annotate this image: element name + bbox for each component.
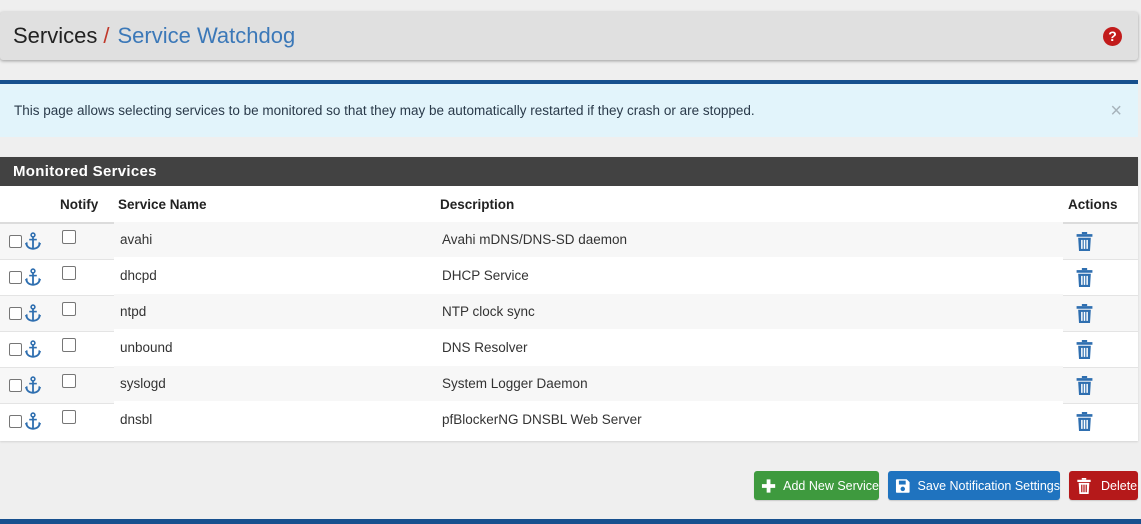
description-cell: System Logger Daemon: [432, 364, 1063, 401]
select-column-header: [0, 186, 52, 224]
table-row: dhcpd DHCP Service: [0, 256, 1138, 295]
anchor-icon[interactable]: [24, 268, 42, 286]
anchor-icon[interactable]: [24, 232, 42, 250]
info-alert: This page allows selecting services to b…: [0, 80, 1138, 137]
row-select-checkbox[interactable]: [9, 342, 22, 356]
notify-cell: [52, 258, 114, 295]
notify-checkbox[interactable]: [62, 337, 76, 352]
row-select-checkbox[interactable]: [9, 306, 22, 320]
anchor-icon[interactable]: [24, 304, 42, 322]
trash-icon[interactable]: [1076, 375, 1093, 395]
anchor-icon[interactable]: [24, 412, 42, 430]
anchor-icon[interactable]: [24, 340, 42, 358]
breadcrumb-separator: /: [103, 23, 110, 48]
monitored-services-panel: Monitored Services Notify Service Name D…: [0, 157, 1138, 441]
notify-checkbox[interactable]: [62, 301, 76, 316]
add-new-service-button[interactable]: Add New Service: [754, 471, 879, 500]
save-notification-settings-button[interactable]: Save Notification Settings: [888, 471, 1060, 500]
trash-icon[interactable]: [1076, 303, 1093, 323]
notify-checkbox[interactable]: [62, 265, 76, 280]
description-column-header: Description: [432, 186, 1063, 224]
actions-column-header: Actions: [1063, 186, 1138, 224]
service-name-cell: avahi: [114, 220, 432, 257]
row-select-checkbox[interactable]: [9, 234, 22, 248]
notify-cell: [52, 294, 114, 331]
panel-title: Monitored Services: [0, 157, 1138, 186]
notify-cell: [52, 366, 114, 403]
breadcrumb: Services / Service Watchdog: [0, 23, 295, 49]
description-cell: Avahi mDNS/DNS-SD daemon: [432, 220, 1063, 257]
select-cell: [0, 330, 52, 367]
notify-column-header: Notify: [52, 186, 114, 224]
select-cell: [0, 258, 52, 295]
services-table: Notify Service Name Description Actions …: [0, 186, 1138, 439]
service-name-cell: dhcpd: [114, 256, 432, 293]
table-row: ntpd NTP clock sync: [0, 292, 1138, 331]
page-header: Services / Service Watchdog ?: [0, 12, 1138, 60]
service-name-column-header: Service Name: [114, 186, 432, 224]
notify-checkbox[interactable]: [62, 373, 76, 388]
delete-button[interactable]: Delete: [1069, 471, 1138, 500]
select-cell: [0, 402, 52, 439]
save-notification-settings-label: Save Notification Settings: [917, 478, 1060, 493]
alert-text: This page allows selecting services to b…: [14, 103, 755, 118]
description-cell: DNS Resolver: [432, 328, 1063, 365]
trash-icon[interactable]: [1076, 231, 1093, 251]
row-select-checkbox[interactable]: [9, 414, 22, 428]
breadcrumb-services[interactable]: Services: [13, 23, 97, 49]
save-icon: [895, 478, 910, 493]
anchor-icon[interactable]: [24, 376, 42, 394]
service-name-cell: unbound: [114, 328, 432, 365]
table-row: unbound DNS Resolver: [0, 328, 1138, 367]
notify-checkbox[interactable]: [62, 229, 76, 244]
table-header-row: Notify Service Name Description Actions: [0, 186, 1138, 224]
add-new-service-label: Add New Service: [783, 478, 879, 493]
actions-cell: [1063, 258, 1138, 295]
service-name-cell: ntpd: [114, 292, 432, 329]
actions-cell: [1063, 294, 1138, 331]
notify-checkbox[interactable]: [62, 409, 76, 424]
table-row: syslogd System Logger Daemon: [0, 364, 1138, 403]
trash-icon[interactable]: [1076, 267, 1093, 287]
row-select-checkbox[interactable]: [9, 378, 22, 392]
close-icon[interactable]: ×: [1110, 101, 1122, 121]
notify-cell: [52, 402, 114, 439]
trash-icon[interactable]: [1076, 339, 1093, 359]
select-cell: [0, 222, 52, 259]
actions-cell: [1063, 222, 1138, 259]
trash-icon: [1077, 477, 1091, 494]
notify-cell: [52, 222, 114, 259]
actions-cell: [1063, 402, 1138, 439]
bottom-border-bar: [0, 519, 1141, 524]
actions-cell: [1063, 330, 1138, 367]
description-cell: pfBlockerNG DNSBL Web Server: [432, 400, 1063, 437]
select-cell: [0, 366, 52, 403]
notify-cell: [52, 330, 114, 367]
service-name-cell: dnsbl: [114, 400, 432, 437]
row-select-checkbox[interactable]: [9, 270, 22, 284]
table-row: dnsbl pfBlockerNG DNSBL Web Server: [0, 400, 1138, 439]
trash-icon[interactable]: [1076, 411, 1093, 431]
delete-label: Delete: [1101, 478, 1138, 493]
actions-cell: [1063, 366, 1138, 403]
description-cell: NTP clock sync: [432, 292, 1063, 329]
select-cell: [0, 294, 52, 331]
plus-icon: [761, 478, 776, 493]
service-name-cell: syslogd: [114, 364, 432, 401]
help-icon[interactable]: ?: [1103, 27, 1122, 46]
breadcrumb-service-watchdog[interactable]: Service Watchdog: [117, 23, 295, 49]
table-row: avahi Avahi mDNS/DNS-SD daemon: [0, 220, 1138, 259]
description-cell: DHCP Service: [432, 256, 1063, 293]
